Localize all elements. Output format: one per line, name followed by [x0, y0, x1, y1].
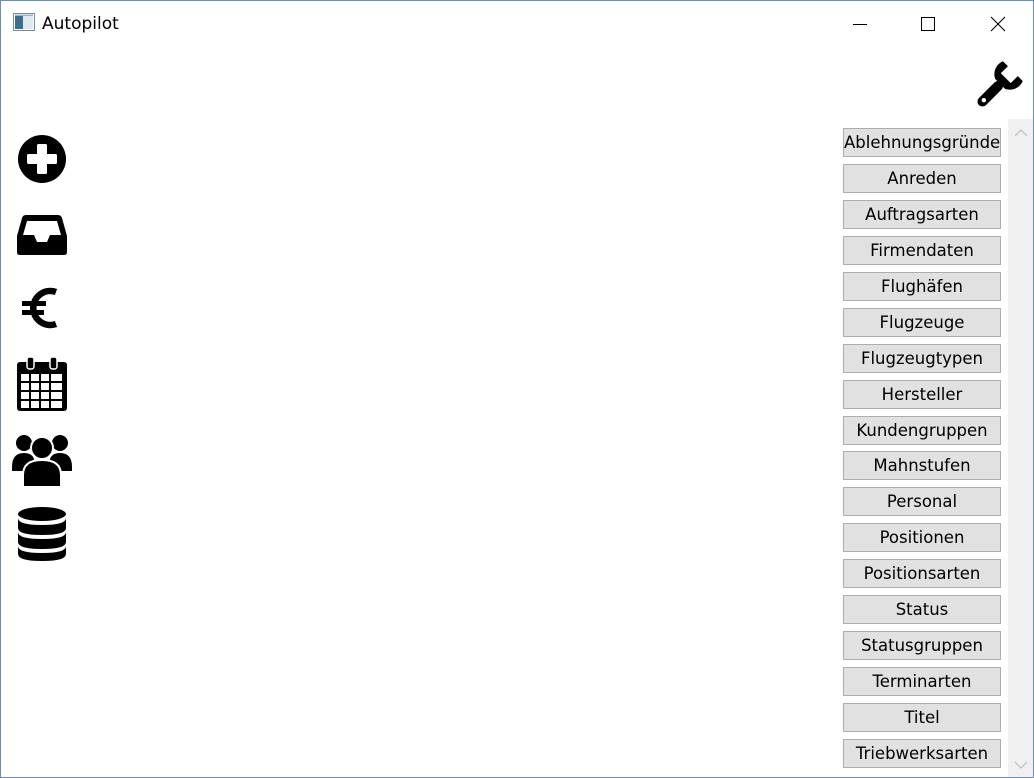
list-button-anreden[interactable]: Anreden — [843, 164, 1001, 193]
list-button-firmendaten[interactable]: Firmendaten — [843, 236, 1001, 265]
list-button-flugzeuge[interactable]: Flugzeuge — [843, 308, 1001, 337]
users-icon — [12, 435, 72, 487]
app-window: Autopilot Ablehnungsgründe Anreden Auftr… — [0, 0, 1034, 778]
database-button[interactable] — [11, 504, 73, 564]
list-button-auftragsarten[interactable]: Auftragsarten — [843, 200, 1001, 229]
master-data-list: Ablehnungsgründe Anreden Auftragsarten F… — [843, 128, 1003, 774]
scroll-down-button[interactable] — [1008, 755, 1033, 775]
users-button[interactable] — [11, 429, 73, 489]
euro-icon — [22, 287, 58, 329]
finance-button[interactable] — [11, 278, 73, 338]
close-button[interactable] — [963, 1, 1033, 47]
list-button-ablehnungsgruende[interactable]: Ablehnungsgründe — [843, 128, 1001, 157]
wrench-icon — [977, 61, 1023, 107]
calendar-icon — [17, 356, 67, 411]
add-button[interactable] — [11, 129, 73, 189]
inbox-icon — [17, 215, 67, 255]
scroll-up-button[interactable] — [1008, 123, 1033, 143]
list-button-kundengruppen[interactable]: Kundengruppen — [843, 416, 1001, 445]
list-button-titel[interactable]: Titel — [843, 703, 1001, 732]
list-button-personal[interactable]: Personal — [843, 487, 1001, 516]
title-bar[interactable]: Autopilot — [1, 1, 1033, 47]
calendar-button[interactable] — [11, 354, 73, 414]
database-icon — [18, 507, 66, 561]
app-window-icon — [13, 13, 35, 31]
list-button-triebwerksarten[interactable]: Triebwerksarten — [843, 739, 1001, 768]
list-button-positionen[interactable]: Positionen — [843, 523, 1001, 552]
list-button-mahnstufen[interactable]: Mahnstufen — [843, 451, 1001, 480]
chevron-up-icon — [1014, 129, 1027, 137]
maximize-icon — [921, 17, 935, 31]
maximize-button[interactable] — [893, 1, 963, 47]
minimize-button[interactable] — [825, 1, 895, 47]
list-button-status[interactable]: Status — [843, 595, 1001, 624]
inbox-button[interactable] — [11, 205, 73, 265]
window-title: Autopilot — [42, 14, 119, 34]
chevron-down-icon — [1014, 761, 1027, 769]
list-button-statusgruppen[interactable]: Statusgruppen — [843, 631, 1001, 660]
list-button-positionsarten[interactable]: Positionsarten — [843, 559, 1001, 588]
list-button-terminarten[interactable]: Terminarten — [843, 667, 1001, 696]
settings-button[interactable] — [971, 59, 1025, 113]
vertical-scrollbar[interactable] — [1008, 119, 1033, 777]
minimize-icon — [853, 24, 867, 25]
list-button-hersteller[interactable]: Hersteller — [843, 380, 1001, 409]
list-button-flughaefen[interactable]: Flughäfen — [843, 272, 1001, 301]
list-button-flugzeugtypen[interactable]: Flugzeugtypen — [843, 344, 1001, 373]
plus-circle-icon — [18, 135, 66, 183]
close-icon — [990, 16, 1006, 32]
